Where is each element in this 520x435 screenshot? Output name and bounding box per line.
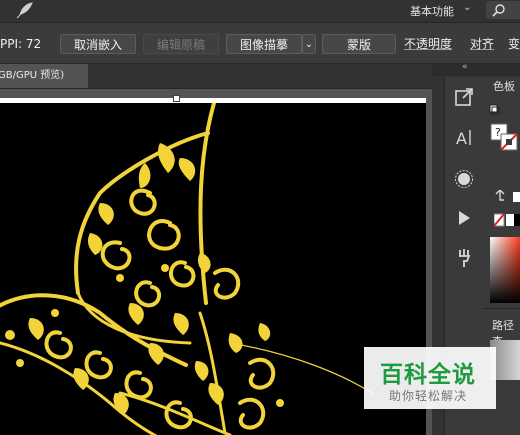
transform-link[interactable]: 变 [508, 35, 520, 53]
swirl [238, 397, 266, 430]
collapse-panels-icon[interactable]: « [462, 62, 468, 72]
character-panel-icon[interactable]: A [454, 127, 474, 147]
butterfly-artwork[interactable] [0, 103, 426, 435]
swirl [134, 280, 162, 308]
ornament-dot [276, 399, 284, 407]
unembed-button[interactable]: 取消嵌入 [60, 34, 136, 54]
align-link[interactable]: 对齐 [470, 35, 494, 53]
image-trace-dropdown[interactable]: ⌄ [302, 34, 316, 54]
color-spectrum[interactable] [490, 237, 520, 303]
feather-logo-icon [16, 2, 33, 19]
export-icon[interactable] [454, 87, 474, 107]
svg-text:A: A [456, 129, 467, 147]
swirl [100, 240, 132, 271]
leaf [258, 323, 271, 341]
puppet-warp-icon[interactable] [454, 248, 474, 268]
leaf [197, 253, 211, 273]
watermark-title: 百科全说 [380, 362, 476, 388]
svg-text:?: ? [495, 126, 501, 139]
watermark-badge: 百科全说 助你轻松解决 [364, 347, 496, 409]
control-bar: PPI: 72 取消嵌入 编辑原稿 图像描摹 ⌄ 蒙版 不透明度 对齐 变 [0, 23, 520, 64]
search-box[interactable] [486, 1, 520, 19]
ornament-dot [161, 264, 169, 272]
search-icon [492, 4, 505, 17]
swirl [213, 267, 241, 300]
swirl [129, 188, 157, 216]
leaf [178, 158, 196, 181]
image-trace-button[interactable]: 图像描摹 [226, 34, 302, 54]
opacity-link[interactable]: 不透明度 [404, 35, 452, 53]
leaf [138, 163, 151, 188]
swirl [147, 219, 181, 251]
appearance-panel-icon[interactable] [454, 169, 474, 189]
swirl [169, 260, 196, 288]
swirl [84, 350, 113, 380]
leaf [208, 383, 224, 405]
leaf [148, 343, 164, 365]
leaf [228, 333, 243, 353]
application-bar: 基本功能 ⌄ [0, 0, 520, 23]
workspace-label: 基本功能 [410, 5, 454, 18]
selection-handle[interactable] [173, 95, 180, 102]
swirl [124, 370, 153, 400]
panel-dock-header [432, 64, 520, 76]
watermark-subtitle: 助你轻松解决 [389, 389, 468, 403]
ppi-readout: PPI: 72 [0, 37, 42, 51]
leaf [194, 361, 209, 381]
ornament-dot [16, 359, 24, 367]
actions-play-icon[interactable] [454, 208, 474, 228]
artboard[interactable] [0, 98, 426, 435]
leaf [87, 233, 103, 255]
ornament-dot [116, 274, 124, 282]
chevron-down-icon: ⌄ [304, 39, 314, 50]
swatches-panel-title[interactable]: 色板 [493, 78, 515, 94]
swirl [248, 357, 276, 390]
leaf [98, 203, 114, 225]
mask-button[interactable]: 蒙版 [322, 34, 396, 54]
leaf [128, 303, 144, 325]
leaf [28, 318, 44, 340]
fill-stroke-selector-icon[interactable]: ? [489, 104, 520, 152]
workspace-switcher[interactable]: 基本功能 ⌄ [400, 1, 474, 19]
lower-wing-edge [0, 341, 158, 435]
chevron-down-icon: ⌄ [463, 2, 472, 13]
swirl [44, 330, 73, 360]
swatch-options-icon[interactable] [494, 190, 520, 230]
leaf [113, 393, 129, 415]
edit-original-button[interactable]: 编辑原稿 [143, 34, 219, 54]
leaf [173, 313, 189, 335]
panel-divider [483, 308, 520, 309]
ornament-dot [5, 330, 15, 340]
document-tab[interactable]: GB/GPU 预览) [0, 64, 88, 88]
document-tab-label: GB/GPU 预览) [0, 70, 65, 81]
ornament-dot [51, 309, 59, 317]
document-tab-bar: GB/GPU 预览) [0, 64, 430, 89]
